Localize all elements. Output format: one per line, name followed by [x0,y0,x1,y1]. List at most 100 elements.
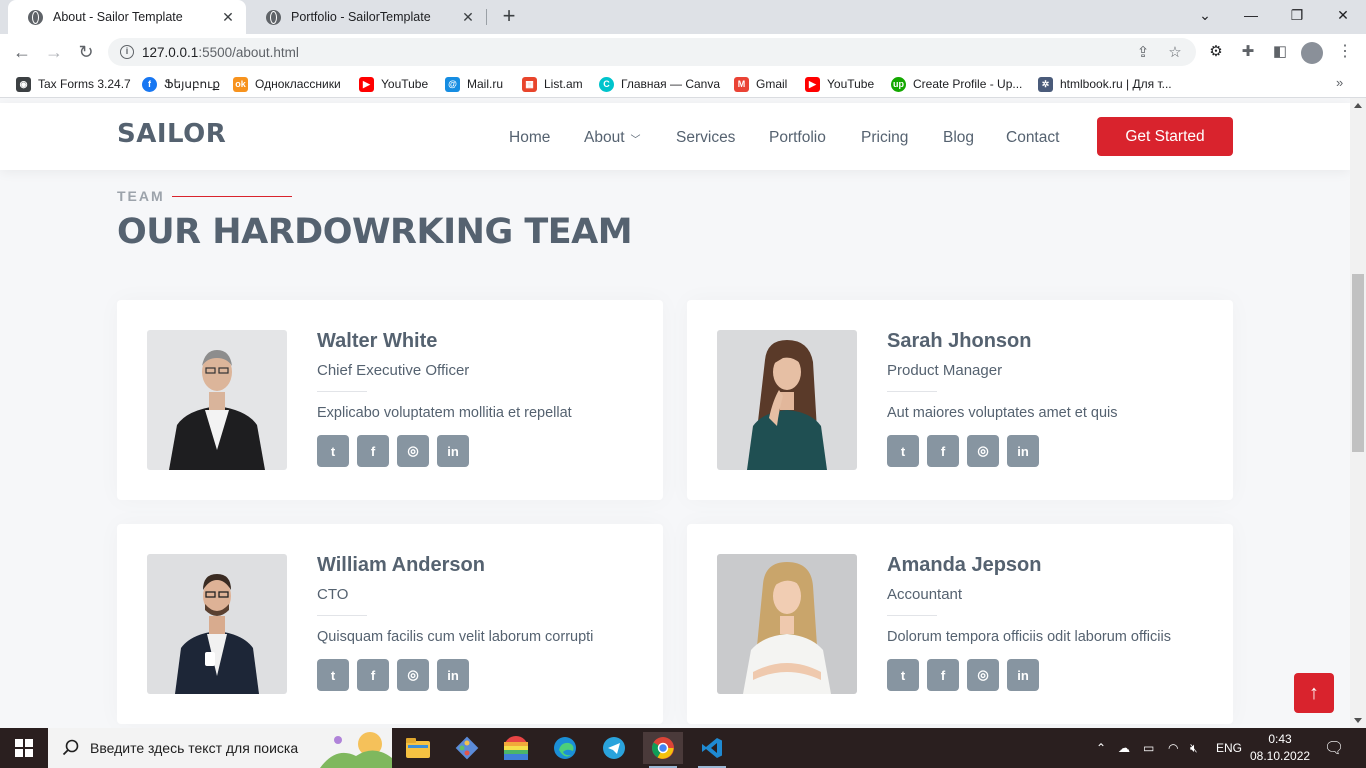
facebook-icon[interactable]: f [927,435,959,467]
bookmark-item[interactable]: @ Mail.ru [445,75,503,93]
windows-start-button[interactable] [0,728,48,768]
bookmark-item[interactable]: ok Одноклассники [233,75,341,93]
member-name: Walter White [317,330,438,352]
page-viewport: SAILOR Home About ﹀ Services Portfolio Pr… [0,98,1350,728]
tab-portfolio[interactable]: Portfolio - SailorTemplate ✕ [246,0,486,34]
member-name: Sarah Jhonson [887,330,1032,352]
git-client-icon[interactable] [447,732,487,764]
new-tab-button[interactable]: + [498,5,520,28]
tab-about[interactable]: About - Sailor Template ✕ [8,0,246,34]
bookmark-label: Create Profile - Up... [913,77,1023,91]
bookmark-item[interactable]: f Ֆեյսբուք [142,75,220,93]
share-icon[interactable]: ⇪ [1134,44,1152,62]
close-icon[interactable]: ✕ [460,9,476,25]
wifi-icon[interactable]: ◠ [1168,728,1178,768]
extensions-puzzle-icon[interactable]: ✚ [1238,42,1258,62]
nav-about[interactable]: About ﹀ [584,129,641,147]
battery-icon[interactable]: ▭ [1143,728,1154,768]
site-logo[interactable]: SAILOR [117,119,226,149]
member-divider [317,391,367,392]
bookmark-item[interactable]: ▶ YouTube [359,75,428,93]
member-role: CTO [317,586,349,603]
bookmarks-overflow-icon[interactable]: » [1336,75,1343,90]
nav-label: Blog [943,129,975,146]
taskbar-clock[interactable]: 0:43 08.10.2022 [1250,731,1310,765]
facebook-icon[interactable]: f [927,659,959,691]
bookmark-label: Mail.ru [467,77,504,91]
linkedin-icon[interactable]: in [437,659,469,691]
back-to-top-button[interactable]: ↑ [1294,673,1334,713]
window-close-button[interactable]: ✕ [1320,0,1366,30]
back-button[interactable]: ← [8,38,36,66]
tab-search-chevron-icon[interactable]: ⌄ [1182,0,1228,30]
scroll-up-icon[interactable] [1354,103,1362,108]
bookmark-item[interactable]: C Главная — Canva [599,75,720,93]
team-member-card: Walter White Chief Executive Officer Exp… [117,300,663,500]
listam-favicon-icon: ▦ [522,76,537,92]
twitter-icon[interactable]: t [317,435,349,467]
facebook-icon[interactable]: f [357,659,389,691]
bookmark-item[interactable]: ▶ YouTube [805,75,874,93]
nav-pricing[interactable]: Pricing [861,129,908,147]
taskbar-search-box[interactable]: Введите здесь текст для поиска [48,728,392,768]
onedrive-icon[interactable]: ☁ [1118,728,1130,768]
close-icon[interactable]: ✕ [220,9,236,25]
instagram-icon[interactable]: ◎ [967,659,999,691]
twitter-icon[interactable]: t [887,659,919,691]
scrollbar-thumb[interactable] [1352,274,1364,452]
forward-button[interactable]: → [40,38,68,66]
bookmark-item[interactable]: up Create Profile - Up... [891,75,1022,93]
team-member-card: William Anderson CTO Quisquam facilis cu… [117,524,663,724]
address-bar[interactable]: i 127.0.0.1:5500/about.html ⇪ ☆ [108,38,1196,66]
nav-contact[interactable]: Contact [1006,129,1059,147]
htmlbook-favicon-icon: ✲ [1038,76,1053,92]
side-panel-icon[interactable]: ◧ [1270,42,1290,62]
menu-kebab-icon[interactable]: ⋮ [1336,42,1354,62]
nav-label: Pricing [861,129,909,146]
scroll-down-icon[interactable] [1354,718,1362,723]
linkedin-icon[interactable]: in [1007,659,1039,691]
member-divider [887,391,937,392]
page-scrollbar[interactable] [1350,98,1366,728]
get-started-button[interactable]: Get Started [1097,117,1233,156]
mailru-favicon-icon: @ [445,76,460,92]
telegram-icon[interactable] [594,732,634,764]
notifications-icon[interactable]: 🗨︎ [1324,728,1344,768]
linkedin-icon[interactable]: in [437,435,469,467]
url-text: 127.0.0.1:5500/about.html [142,45,299,60]
chrome-icon[interactable] [643,732,683,768]
nav-home[interactable]: Home [509,129,550,147]
rainbow-app-icon[interactable] [496,732,536,764]
facebook-icon[interactable]: f [357,435,389,467]
nav-services[interactable]: Services [676,129,735,147]
reload-button[interactable]: ↻ [72,38,100,66]
bookmark-item[interactable]: ◉ Tax Forms 3.24.7 [16,75,131,93]
nav-portfolio[interactable]: Portfolio [769,129,826,147]
member-divider [317,615,367,616]
vscode-icon[interactable] [692,732,732,768]
bookmark-item[interactable]: ✲ htmlbook.ru | Для т... [1038,75,1172,93]
file-explorer-icon[interactable] [398,732,438,764]
instagram-icon[interactable]: ◎ [397,435,429,467]
show-hidden-icons-icon[interactable]: ⌃ [1096,728,1106,768]
bookmark-item[interactable]: ▦ List.am [522,75,583,93]
twitter-icon[interactable]: t [887,435,919,467]
extension-icon[interactable]: ⚙ [1206,42,1226,62]
bookmark-star-icon[interactable]: ☆ [1166,44,1184,62]
nav-blog[interactable]: Blog [943,129,974,147]
section-title: OUR HARDOWRKING TEAM [117,212,633,252]
linkedin-icon[interactable]: in [1007,435,1039,467]
minimize-button[interactable]: — [1228,0,1274,30]
edge-browser-icon[interactable] [545,732,585,764]
team-member-card: Sarah Jhonson Product Manager Aut maiore… [687,300,1233,500]
canva-favicon-icon: C [599,76,614,92]
instagram-icon[interactable]: ◎ [967,435,999,467]
volume-muted-icon[interactable]: 🔇︎ [1190,728,1198,768]
site-info-icon[interactable]: i [120,45,134,59]
language-indicator[interactable]: ENG [1216,728,1242,768]
restore-button[interactable]: ❐ [1274,0,1320,30]
instagram-icon[interactable]: ◎ [397,659,429,691]
profile-avatar[interactable] [1301,42,1323,64]
twitter-icon[interactable]: t [317,659,349,691]
bookmark-item[interactable]: M Gmail [734,75,787,93]
